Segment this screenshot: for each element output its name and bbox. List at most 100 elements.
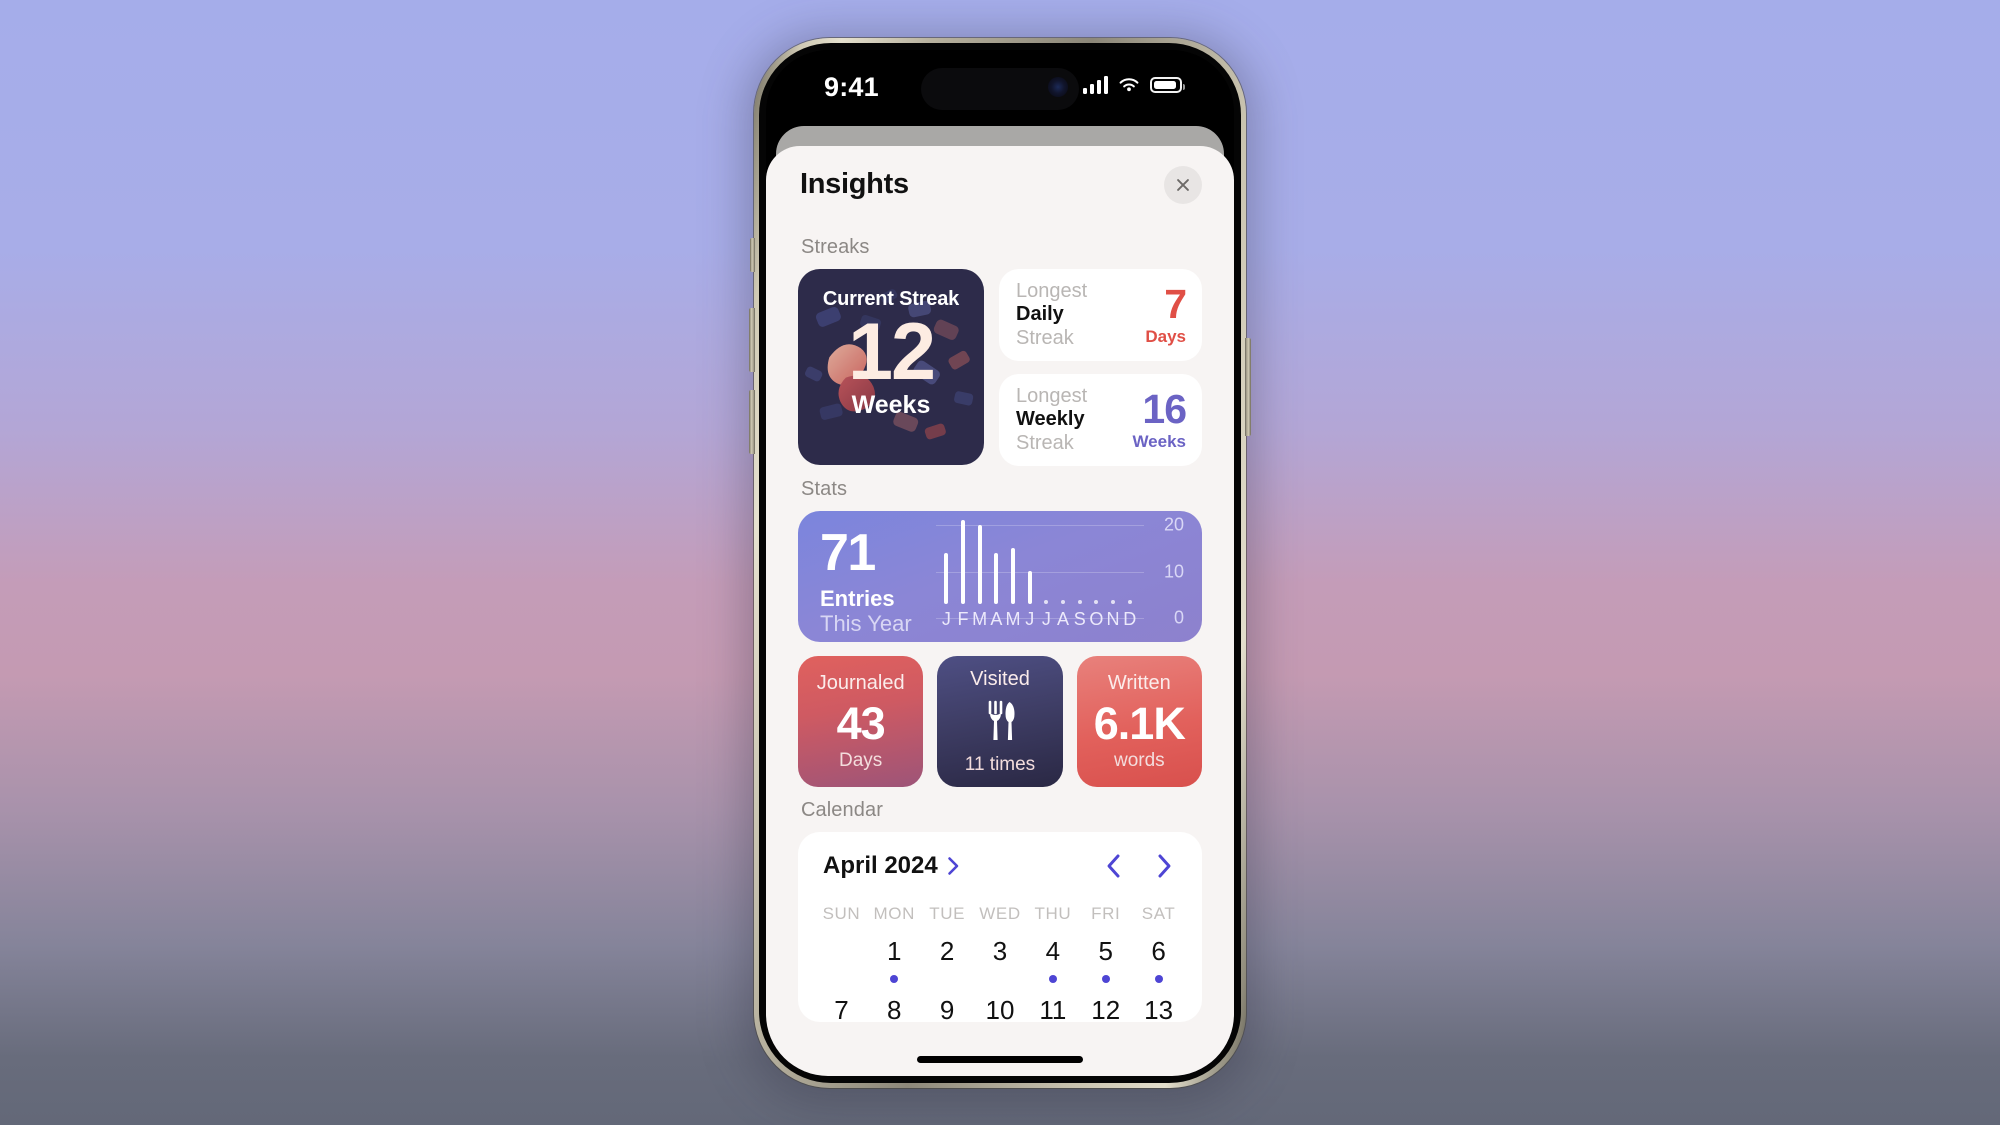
calendar-next-button[interactable]	[1156, 853, 1173, 879]
silent-switch[interactable]	[750, 238, 755, 272]
entry-dot	[1048, 975, 1057, 983]
x-tick-7: A	[1057, 609, 1070, 629]
bar-8	[1077, 600, 1082, 604]
cellular-signal-icon	[1083, 76, 1108, 94]
calendar-day-13[interactable]: 13	[1132, 995, 1185, 1022]
sheet-header: Insights	[766, 146, 1234, 224]
bar-slot-J-5	[1021, 525, 1038, 604]
written-words-tile[interactable]: Written 6.1K words	[1076, 656, 1202, 787]
bar-slot-A-3	[988, 525, 1005, 604]
bar-slot-N-10	[1105, 525, 1122, 604]
calendar-month-selector[interactable]: April 2024	[823, 852, 960, 880]
calendar-day-6[interactable]: 6	[1132, 936, 1185, 983]
fork-knife-icon	[982, 699, 1018, 748]
page-title: Insights	[800, 168, 909, 200]
volume-up-button[interactable]	[749, 308, 755, 372]
bar-slot-F-1	[955, 520, 972, 604]
daily-value: 7	[1164, 280, 1187, 327]
calendar-day-5[interactable]: 5	[1079, 936, 1132, 983]
current-streak-value: 12	[847, 307, 936, 397]
x-tick-6: J	[1041, 609, 1051, 629]
current-streak-card[interactable]: Current Streak 12 Weeks	[798, 269, 984, 465]
weekday-sun: SUN	[822, 904, 861, 923]
power-button[interactable]	[1245, 338, 1251, 436]
iphone-device: 9:41 Insights Streaks Current Streak 12 …	[744, 34, 1256, 1102]
longest-weekly-streak-card[interactable]: Longest Weekly Streak 16 Weeks	[999, 374, 1202, 466]
journaled-title: Journaled	[816, 671, 905, 694]
front-camera-icon	[1048, 77, 1068, 97]
x-tick-4: M	[1005, 609, 1021, 629]
bar-slot-S-8	[1071, 525, 1088, 604]
calendar-day-number: 8	[887, 995, 902, 1022]
calendar-day-number: 11	[1039, 995, 1067, 1022]
x-tick-11: D	[1123, 609, 1137, 629]
weekly-line2: Weekly	[1016, 408, 1085, 431]
bar-1	[961, 520, 965, 604]
bar-slot-M-4	[1005, 525, 1022, 604]
entries-summary: 71 Entries This Year	[820, 527, 912, 637]
home-indicator[interactable]	[917, 1056, 1083, 1063]
calendar-day-number: 13	[1144, 995, 1174, 1022]
weekly-value: 16	[1142, 385, 1187, 432]
longest-daily-streak-value-group: 7 Days	[1145, 280, 1187, 347]
status-bar-time: 9:41	[824, 72, 879, 102]
insights-sheet: Insights Streaks Current Streak 12 Weeks…	[766, 146, 1234, 1076]
calendar-day-number: 6	[1151, 936, 1166, 966]
weekday-wed: WED	[979, 904, 1021, 923]
weekday-mon: MON	[873, 904, 916, 923]
entry-dot-empty	[837, 975, 845, 983]
calendar-day-7[interactable]: 7	[815, 995, 868, 1022]
chart-bars	[938, 520, 1138, 604]
current-streak-unit: Weeks	[851, 391, 931, 419]
calendar-day-number: 5	[1098, 936, 1113, 966]
visited-tile[interactable]: Visited 11 times	[937, 656, 1063, 787]
bar-6	[1044, 600, 1049, 604]
calendar-day-number: 2	[939, 936, 955, 966]
calendar-day-10[interactable]: 10	[974, 995, 1027, 1022]
journaled-days-tile[interactable]: Journaled 43 Days	[798, 656, 924, 787]
weekday-fri: FRI	[1091, 904, 1121, 923]
bar-slot-J-6	[1038, 525, 1055, 604]
y-tick-0: 0	[1173, 607, 1184, 628]
bar-9	[1094, 600, 1099, 604]
longest-daily-streak-card[interactable]: Longest Daily Streak 7 Days	[999, 269, 1202, 361]
bar-3	[994, 552, 999, 604]
calendar-day-11[interactable]: 11	[1026, 995, 1079, 1022]
daily-line1: Longest	[1016, 279, 1088, 302]
x-tick-1: F	[957, 609, 969, 629]
calendar-day-number: 7	[834, 995, 849, 1022]
calendar-day-1[interactable]: 1	[868, 936, 921, 983]
bar-2	[977, 524, 982, 604]
bar-0	[944, 552, 949, 604]
calendar-card: April 2024 SUN MON TUE WED THU FRI SAT 1…	[798, 832, 1202, 1022]
calendar-day-2[interactable]: 2	[921, 936, 974, 983]
journaled-unit: Days	[839, 749, 883, 771]
device-screen: 9:41 Insights Streaks Current Streak 12 …	[766, 50, 1234, 1076]
visited-title: Visited	[970, 667, 1030, 690]
calendar-day-grid: 012345678910111213	[815, 936, 1185, 1022]
calendar-week-row: 01 2 3 4 5 6	[815, 936, 1185, 983]
calendar-day-9[interactable]: 9	[921, 995, 974, 1022]
x-tick-2: M	[972, 609, 988, 629]
battery-icon	[1150, 77, 1185, 93]
entries-chart-card[interactable]: 71 Entries This Year 20 10 0 JFMAMJJASOND	[798, 511, 1202, 642]
bar-7	[1061, 600, 1066, 604]
calendar-day-3[interactable]: 3	[974, 936, 1027, 983]
volume-down-button[interactable]	[749, 390, 755, 454]
calendar-prev-button[interactable]	[1105, 853, 1122, 879]
calendar-week-row: 7 8 9 10 11 12 13	[815, 995, 1185, 1022]
section-label-calendar: Calendar	[801, 799, 883, 821]
written-unit: words	[1113, 749, 1165, 771]
calendar-day-4[interactable]: 4	[1026, 936, 1079, 983]
bar-slot-J-0	[938, 525, 955, 604]
weekday-sat: SAT	[1141, 904, 1176, 923]
calendar-day-12[interactable]: 12	[1079, 995, 1132, 1022]
calendar-day-number: 1	[887, 936, 902, 966]
wifi-icon	[1119, 78, 1139, 92]
bar-4	[1011, 548, 1016, 604]
y-tick-10: 10	[1163, 561, 1184, 581]
bar-slot-D-11	[1121, 525, 1138, 604]
calendar-day-8[interactable]: 8	[868, 995, 921, 1022]
calendar-header: April 2024	[815, 852, 1185, 880]
close-button[interactable]	[1164, 166, 1202, 204]
